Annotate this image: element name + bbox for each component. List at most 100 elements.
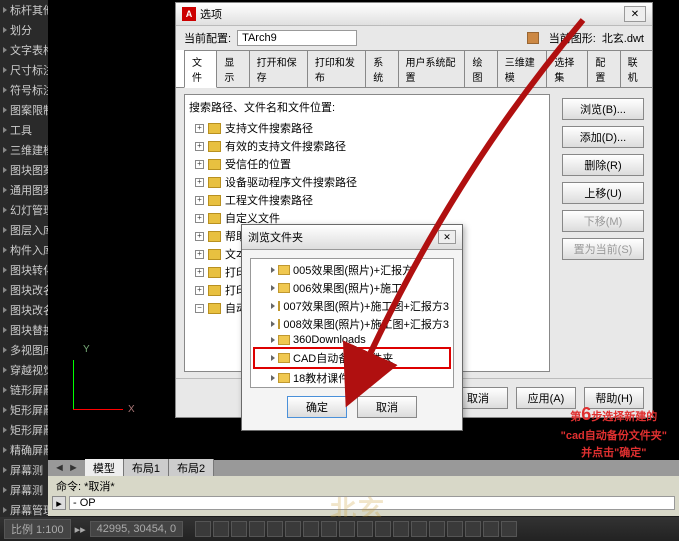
browse-button[interactable]: 浏览(B)... bbox=[562, 98, 644, 120]
status-icon[interactable] bbox=[465, 521, 481, 537]
movedown-button[interactable]: 下移(M) bbox=[562, 210, 644, 232]
folder-item[interactable]: 360Downloads bbox=[253, 333, 451, 347]
status-icon[interactable] bbox=[195, 521, 211, 537]
sidebar-item[interactable]: 屏幕测 bbox=[0, 460, 48, 480]
current-drawing-label: 当前图形: bbox=[549, 30, 596, 46]
setcurrent-button[interactable]: 置为当前(S) bbox=[562, 238, 644, 260]
tab-6[interactable]: 绘图 bbox=[464, 50, 497, 87]
sidebar-item[interactable]: 图层入库 bbox=[0, 220, 48, 240]
status-icon[interactable] bbox=[447, 521, 463, 537]
sidebar-item[interactable]: 精确屏蔽 bbox=[0, 440, 48, 460]
sidebar-item[interactable]: 符号标注 bbox=[0, 80, 48, 100]
sidebar-item[interactable]: 矩形屏蔽 bbox=[0, 420, 48, 440]
sidebar-item[interactable]: 图块图案 bbox=[0, 160, 48, 180]
tree-title: 搜索路径、文件名和文件位置: bbox=[189, 99, 545, 115]
tab-4[interactable]: 系统 bbox=[365, 50, 398, 87]
delete-button[interactable]: 删除(R) bbox=[562, 154, 644, 176]
tab-0[interactable]: 文件 bbox=[184, 50, 217, 88]
close-button[interactable]: ✕ bbox=[624, 6, 646, 22]
folder-tree[interactable]: 005效果图(照片)+汇报方006效果图(照片)+施工007效果图(照片)+施工… bbox=[250, 258, 454, 388]
current-config-value: TArch9 bbox=[237, 30, 357, 46]
status-icon[interactable] bbox=[501, 521, 517, 537]
sidebar-item[interactable]: 图块替换 bbox=[0, 320, 48, 340]
sidebar-item[interactable]: 屏幕测 bbox=[0, 480, 48, 500]
browse-ok-button[interactable]: 确定 bbox=[287, 396, 347, 418]
status-icon[interactable] bbox=[249, 521, 265, 537]
folder-item[interactable]: 008效果图(照片)+施工图+汇报方3 bbox=[253, 315, 451, 333]
tree-item[interactable]: +工程文件搜索路径 bbox=[189, 191, 545, 209]
tree-item[interactable]: +有效的支持文件搜索路径 bbox=[189, 137, 545, 155]
status-icon[interactable] bbox=[321, 521, 337, 537]
sidebar-item[interactable]: 文字表格 bbox=[0, 40, 48, 60]
tab-1[interactable]: 显示 bbox=[216, 50, 249, 87]
tree-item[interactable]: +支持文件搜索路径 bbox=[189, 119, 545, 137]
tab-8[interactable]: 选择集 bbox=[546, 50, 588, 87]
tab-5[interactable]: 用户系统配置 bbox=[398, 50, 466, 87]
y-axis-label: Y bbox=[83, 344, 90, 355]
status-icon[interactable] bbox=[357, 521, 373, 537]
sidebar-item[interactable]: 划分 bbox=[0, 20, 48, 40]
browse-folder-dialog: 浏览文件夹 ✕ 005效果图(照片)+汇报方006效果图(照片)+施工007效果… bbox=[241, 224, 463, 431]
sidebar-item[interactable]: 图案限制 bbox=[0, 100, 48, 120]
sidebar-item[interactable]: 构件入库 bbox=[0, 240, 48, 260]
status-icon[interactable] bbox=[267, 521, 283, 537]
sidebar-toolbox: 标杆其他划分文字表格尺寸标注符号标注图案限制工具三维建模图块图案通用图案幻灯管理… bbox=[0, 0, 48, 541]
instruction-text: 第6步选择新建的 "cad自动备份文件夹" 并点击"确定" bbox=[561, 401, 667, 461]
status-icon[interactable] bbox=[303, 521, 319, 537]
tree-item[interactable]: +受信任的位置 bbox=[189, 155, 545, 173]
sidebar-item[interactable]: 图块转化 bbox=[0, 260, 48, 280]
browse-cancel-button[interactable]: 取消 bbox=[357, 396, 417, 418]
sidebar-item[interactable]: 幻灯管理 bbox=[0, 200, 48, 220]
tree-item[interactable]: +设备驱动程序文件搜索路径 bbox=[189, 173, 545, 191]
options-title-text: 选项 bbox=[200, 6, 222, 22]
drawing-icon bbox=[527, 32, 539, 44]
sidebar-item[interactable]: 工具 bbox=[0, 120, 48, 140]
moveup-button[interactable]: 上移(U) bbox=[562, 182, 644, 204]
status-scale[interactable]: 比例 1:100 bbox=[4, 519, 71, 539]
options-side-buttons: 浏览(B)... 添加(D)... 删除(R) 上移(U) 下移(M) 置为当前… bbox=[562, 94, 644, 372]
sidebar-item[interactable]: 多视图库 bbox=[0, 340, 48, 360]
sidebar-item[interactable]: 图块改名 bbox=[0, 300, 48, 320]
layout-tabs: ◄ ► 模型 布局1 布局2 bbox=[48, 460, 679, 476]
add-button[interactable]: 添加(D)... bbox=[562, 126, 644, 148]
folder-item[interactable]: 18教材课件整合 bbox=[253, 369, 451, 387]
status-icon[interactable] bbox=[231, 521, 247, 537]
status-icon[interactable] bbox=[375, 521, 391, 537]
cmd-arrow-icon[interactable]: ▸ bbox=[52, 496, 66, 510]
status-icon[interactable] bbox=[285, 521, 301, 537]
sidebar-item[interactable]: 尺寸标注 bbox=[0, 60, 48, 80]
tab-layout1[interactable]: 布局1 bbox=[124, 459, 169, 477]
tab-layout2[interactable]: 布局2 bbox=[169, 459, 214, 477]
status-icons bbox=[195, 521, 517, 537]
status-icon[interactable] bbox=[411, 521, 427, 537]
folder-item[interactable]: CAD自动备份文件夹 bbox=[253, 347, 451, 369]
tab-10[interactable]: 联机 bbox=[620, 50, 653, 87]
status-coords: 42995, 30454, 0 bbox=[90, 521, 184, 537]
tab-3[interactable]: 打印和发布 bbox=[307, 50, 366, 87]
browse-close-button[interactable]: ✕ bbox=[438, 230, 456, 244]
command-input[interactable] bbox=[69, 496, 675, 510]
status-icon[interactable] bbox=[339, 521, 355, 537]
tab-model[interactable]: 模型 bbox=[85, 459, 124, 477]
folder-item[interactable]: 006效果图(照片)+施工 bbox=[253, 279, 451, 297]
status-arrows[interactable]: ▸▸ bbox=[75, 523, 86, 536]
status-icon[interactable] bbox=[393, 521, 409, 537]
sidebar-item[interactable]: 图块改名 bbox=[0, 280, 48, 300]
status-icon[interactable] bbox=[483, 521, 499, 537]
options-titlebar[interactable]: A 选项 ✕ bbox=[176, 3, 652, 26]
tab-7[interactable]: 三维建模 bbox=[497, 50, 548, 87]
sidebar-item[interactable]: 三维建模 bbox=[0, 140, 48, 160]
sidebar-item[interactable]: 穿越视觉 bbox=[0, 360, 48, 380]
command-area: 命令: *取消* ▸ bbox=[48, 476, 679, 516]
status-icon[interactable] bbox=[429, 521, 445, 537]
folder-item[interactable]: 005效果图(照片)+汇报方 bbox=[253, 261, 451, 279]
status-icon[interactable] bbox=[213, 521, 229, 537]
tab-9[interactable]: 配置 bbox=[587, 50, 620, 87]
tab-2[interactable]: 打开和保存 bbox=[249, 50, 308, 87]
sidebar-item[interactable]: 通用图案 bbox=[0, 180, 48, 200]
sidebar-item[interactable]: 链形屏蔽 bbox=[0, 380, 48, 400]
browse-titlebar[interactable]: 浏览文件夹 ✕ bbox=[242, 225, 462, 250]
folder-item[interactable]: 007效果图(照片)+施工图+汇报方3 bbox=[253, 297, 451, 315]
sidebar-item[interactable]: 标杆其他 bbox=[0, 0, 48, 20]
sidebar-item[interactable]: 矩形屏蔽 bbox=[0, 400, 48, 420]
